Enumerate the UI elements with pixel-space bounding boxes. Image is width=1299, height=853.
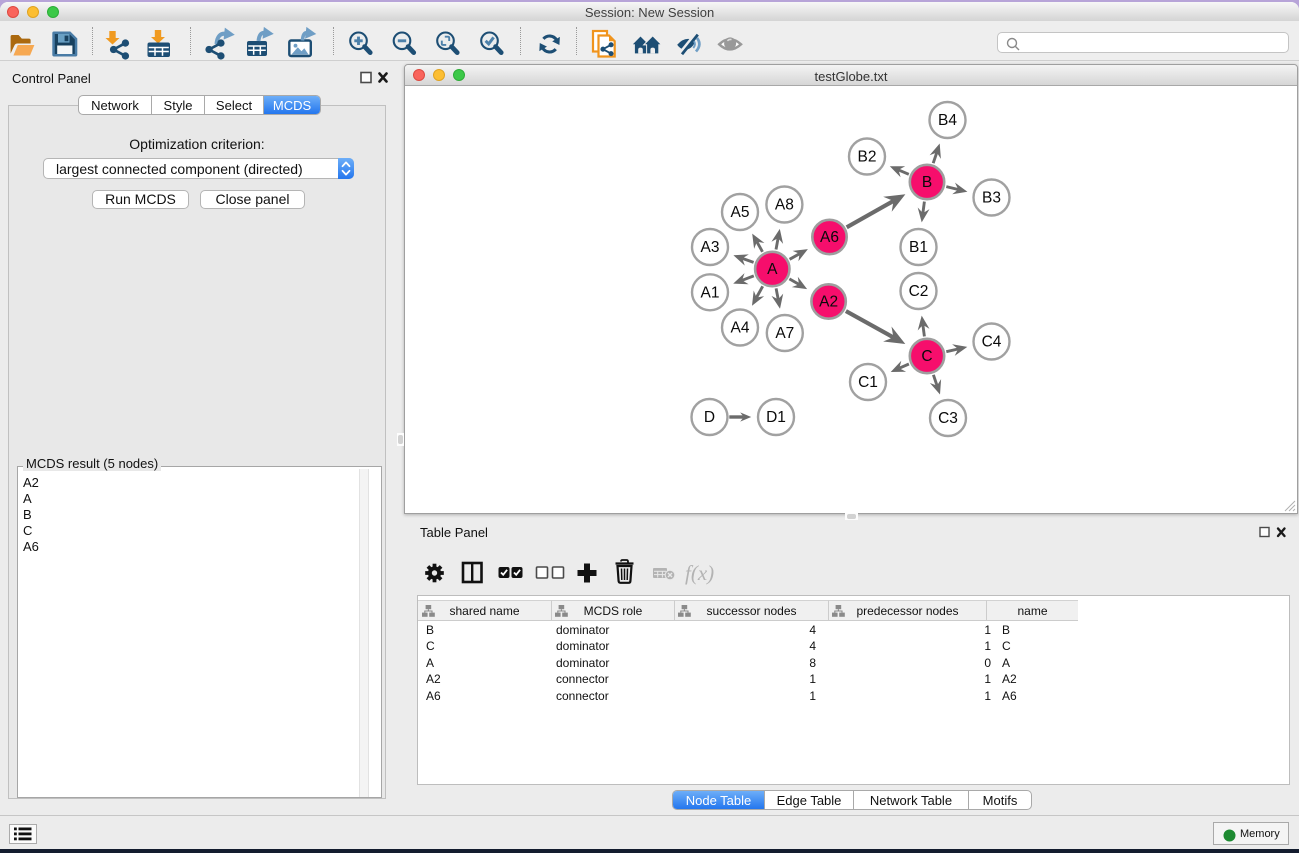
svg-text:A1: A1 — [701, 285, 720, 302]
svg-text:C4: C4 — [982, 334, 1002, 351]
svg-text:A: A — [767, 261, 778, 278]
svg-text:B4: B4 — [938, 112, 957, 129]
svg-text:B: B — [922, 174, 932, 191]
svg-text:f(x): f(x) — [685, 561, 714, 585]
svg-text:C2: C2 — [909, 283, 929, 300]
svg-text:A7: A7 — [775, 325, 794, 342]
svg-text:D1: D1 — [766, 409, 786, 426]
svg-text:B3: B3 — [982, 190, 1001, 207]
svg-text:B1: B1 — [909, 239, 928, 256]
svg-text:A4: A4 — [731, 320, 750, 337]
svg-text:C1: C1 — [858, 374, 878, 391]
svg-text:B2: B2 — [858, 149, 877, 166]
svg-text:A6: A6 — [820, 229, 839, 246]
svg-text:C3: C3 — [938, 410, 958, 427]
svg-text:A5: A5 — [731, 204, 750, 221]
svg-text:C: C — [921, 348, 932, 365]
svg-text:A3: A3 — [701, 239, 720, 256]
svg-text:A8: A8 — [775, 197, 794, 214]
svg-text:D: D — [704, 409, 715, 426]
svg-text:A2: A2 — [819, 294, 838, 311]
